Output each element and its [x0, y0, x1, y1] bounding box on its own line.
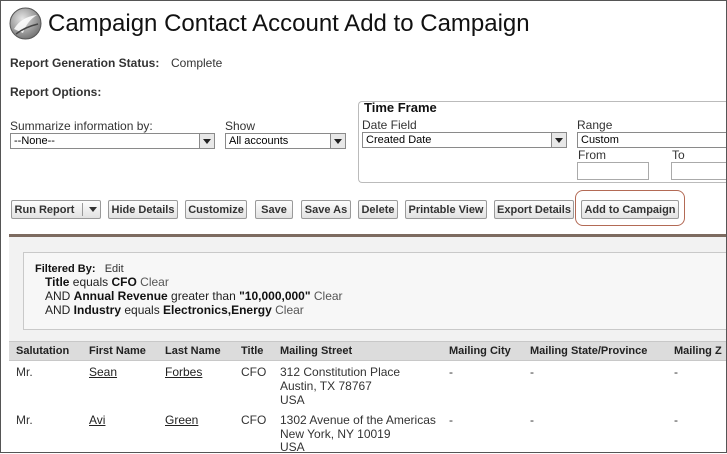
cell-last-name-link[interactable]: Green [165, 413, 198, 427]
date-field-label: Date Field [362, 118, 417, 132]
filter-value: "10,000,000" [239, 289, 311, 303]
show-select[interactable]: All accounts [225, 133, 346, 149]
cell-salutation: Mr. [16, 365, 33, 379]
cell-title: CFO [241, 365, 267, 379]
filter-field: Industry [73, 303, 122, 317]
chevron-down-icon [199, 134, 214, 148]
chevron-down-icon [551, 133, 566, 147]
summarize-label: Summarize information by: [10, 119, 153, 133]
summarize-select-value: --None-- [14, 135, 55, 147]
filter-operator: equals [69, 275, 112, 289]
col-first-name[interactable]: First Name [89, 345, 146, 357]
run-report-label: Run Report [14, 203, 75, 216]
timeframe-title: Time Frame [364, 100, 437, 115]
cell-last-name-link[interactable]: Forbes [165, 365, 202, 379]
cell-street-line2: Austin, TX 78767 [280, 379, 372, 393]
range-label: Range [577, 118, 613, 132]
summarize-select[interactable]: --None-- [10, 133, 215, 149]
col-last-name[interactable]: Last Name [165, 345, 221, 357]
filter-clear-link[interactable]: Clear [140, 275, 169, 289]
cell-state: - [530, 413, 534, 427]
cell-city: - [449, 413, 453, 427]
customize-button[interactable]: Customize [185, 200, 247, 219]
add-to-campaign-button[interactable]: Add to Campaign [581, 200, 679, 219]
cell-title: CFO [241, 413, 267, 427]
cell-street-line3: USA [280, 393, 305, 407]
cell-city: - [449, 365, 453, 379]
range-select-value: Custom [581, 134, 619, 146]
cell-first-name-link[interactable]: Avi [89, 413, 105, 427]
show-label: Show [225, 119, 256, 133]
run-report-button[interactable]: Run Report [11, 200, 101, 219]
filter-line-2: AND Annual Revenue greater than "10,000,… [45, 289, 343, 303]
col-mailing-city[interactable]: Mailing City [449, 345, 511, 357]
delete-button[interactable]: Delete [358, 200, 398, 219]
filter-prefix: AND [45, 303, 74, 317]
report-options-label: Report Options: [10, 85, 102, 99]
filter-value: Electronics,Energy [163, 303, 272, 317]
save-as-button[interactable]: Save As [301, 200, 351, 219]
cell-street-line1: 1302 Avenue of the Americas [280, 413, 436, 427]
show-select-value: All accounts [229, 135, 289, 147]
filter-edit-link[interactable]: Edit [105, 263, 124, 275]
hide-details-button[interactable]: Hide Details [108, 200, 178, 219]
filter-clear-link[interactable]: Clear [314, 289, 343, 303]
col-mailing-street[interactable]: Mailing Street [280, 345, 352, 357]
status-label: Report Generation Status: [10, 56, 160, 70]
col-mailing-state[interactable]: Mailing State/Province [530, 345, 647, 357]
filter-operator: equals [121, 303, 164, 317]
printable-view-button[interactable]: Printable View [405, 200, 487, 219]
filter-line-3: AND Industry equals Electronics,Energy C… [45, 303, 304, 317]
caret-down-icon [89, 207, 98, 212]
to-date-input[interactable] [671, 162, 727, 180]
from-label: From [578, 148, 606, 162]
col-title[interactable]: Title [241, 345, 263, 357]
cell-first-name-link[interactable]: Sean [89, 365, 117, 379]
col-mailing-zip[interactable]: Mailing Z [674, 345, 722, 357]
cell-street-line3: USA [280, 440, 305, 454]
page-title: Campaign Contact Account Add to Campaign [48, 10, 530, 37]
date-field-select-value: Created Date [366, 134, 432, 146]
cell-zip: - [674, 413, 678, 427]
cloud-logo-icon [9, 7, 42, 40]
filtered-by-label: Filtered By: [35, 263, 96, 275]
date-field-select[interactable]: Created Date [362, 132, 567, 148]
filter-line-1: Title equals CFO Clear [45, 275, 169, 289]
col-salutation[interactable]: Salutation [16, 345, 69, 357]
range-select[interactable]: Custom [577, 132, 727, 148]
status-value: Complete [171, 56, 223, 70]
save-button[interactable]: Save [255, 200, 293, 219]
cell-street-line2: New York, NY 10019 [280, 427, 391, 441]
from-date-input[interactable] [577, 162, 649, 180]
filter-field: Annual Revenue [73, 289, 168, 303]
filter-prefix: AND [45, 289, 74, 303]
cell-street-line1: 312 Constitution Place [280, 365, 401, 379]
cell-salutation: Mr. [16, 413, 33, 427]
to-label: To [672, 148, 685, 162]
chevron-down-icon [330, 134, 345, 148]
export-details-button[interactable]: Export Details [494, 200, 574, 219]
cell-zip: - [674, 365, 678, 379]
cell-state: - [530, 365, 534, 379]
filter-clear-link[interactable]: Clear [275, 303, 304, 317]
filter-operator: greater than [167, 289, 240, 303]
filter-field: Title [45, 275, 70, 289]
filter-value: CFO [111, 275, 137, 289]
